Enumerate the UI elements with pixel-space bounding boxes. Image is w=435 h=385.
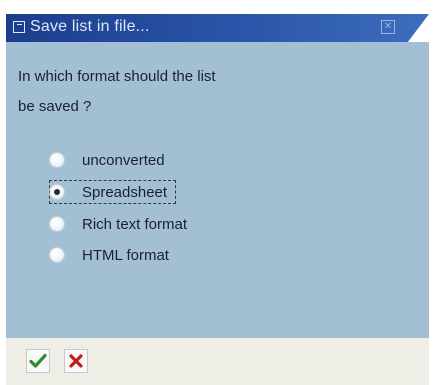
option-label: Spreadsheet xyxy=(82,183,168,201)
option-label: unconverted xyxy=(82,151,165,169)
option-rich-text-format[interactable]: Rich text format xyxy=(50,213,187,235)
radio-button-selected-icon[interactable] xyxy=(50,185,64,199)
radio-button-icon[interactable] xyxy=(50,153,64,167)
prompt-line-2: be saved ? xyxy=(18,98,92,115)
dialog-title: Save list in file... xyxy=(30,18,150,35)
prompt-line-1: In which format should the list xyxy=(18,68,216,85)
radio-button-icon[interactable] xyxy=(50,217,64,231)
window-icon xyxy=(13,21,25,33)
save-list-dialog: Save list in file... ✕ In which format s… xyxy=(0,0,435,385)
cancel-button[interactable] xyxy=(64,349,88,373)
title-bar[interactable]: Save list in file... ✕ xyxy=(6,14,429,42)
radio-button-icon[interactable] xyxy=(50,248,64,262)
close-icon[interactable]: ✕ xyxy=(381,20,395,34)
option-label: Rich text format xyxy=(82,215,188,233)
button-bar xyxy=(6,338,429,385)
option-unconverted[interactable]: unconverted xyxy=(50,149,165,171)
option-html-format[interactable]: HTML format xyxy=(50,244,169,266)
ok-button[interactable] xyxy=(26,349,50,373)
format-prompt: In which format should the list be saved… xyxy=(18,62,398,122)
checkmark-icon xyxy=(29,353,47,368)
option-spreadsheet[interactable]: Spreadsheet xyxy=(48,180,177,204)
cross-icon xyxy=(69,354,83,368)
option-label: HTML format xyxy=(82,246,169,264)
dialog-body: In which format should the list be saved… xyxy=(6,42,429,338)
